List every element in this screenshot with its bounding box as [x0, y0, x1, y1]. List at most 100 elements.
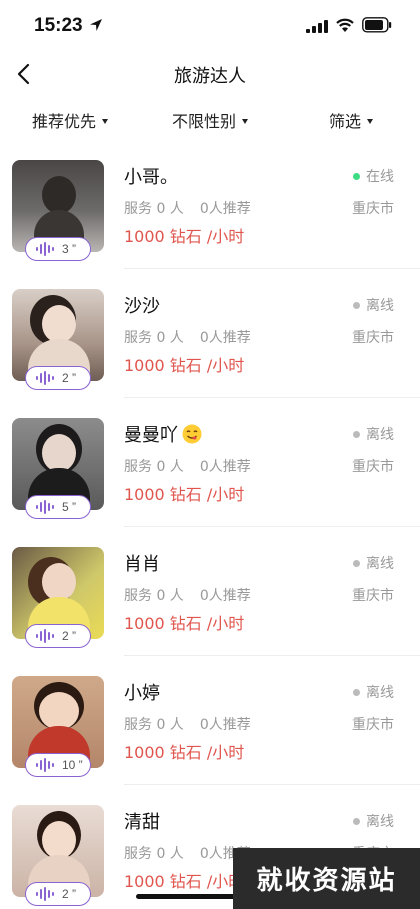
user-city: 重庆市: [352, 330, 394, 346]
user-name: 肖肖: [124, 550, 160, 576]
user-price: 1000 钻石 /小时: [124, 356, 245, 375]
status-text: 离线: [366, 427, 394, 443]
cellular-signal-icon: [306, 20, 328, 33]
status-text: 离线: [366, 556, 394, 572]
caret-down-icon: [367, 118, 374, 124]
status-dot: [353, 559, 360, 567]
voice-wave-icon: [36, 371, 54, 385]
user-price: 1000 钻石 /小时: [124, 227, 245, 246]
voice-wave-icon: [36, 887, 54, 901]
voice-intro-button[interactable]: 2 ”: [25, 624, 91, 648]
user-name-text: 肖肖: [124, 554, 160, 575]
voice-wave-icon: [36, 242, 54, 256]
recommend-count: 0人推荐: [199, 717, 251, 733]
service-count: 服务 0 人: [124, 330, 184, 346]
voice-intro-button[interactable]: 3 ”: [25, 237, 91, 261]
filter-label: 筛选: [329, 112, 362, 131]
user-stats: 服务 0 人 0人推荐: [124, 585, 251, 605]
user-stats: 服务 0 人 0人推荐: [124, 456, 251, 476]
voice-duration: 10 ”: [62, 758, 83, 772]
user-name: 沙沙: [124, 292, 160, 318]
voice-intro-button[interactable]: 10 ”: [25, 753, 91, 777]
filter-bar: 推荐优先 不限性别 筛选: [0, 104, 420, 138]
user-name: 小婷: [124, 679, 160, 705]
status-dot: [353, 688, 360, 696]
filter-dropdown[interactable]: 筛选: [329, 108, 374, 132]
user-row[interactable]: 3 ” 小哥。 服务 0 人 0人推荐 1000 钻石 /小时 在线 重庆市: [0, 140, 420, 269]
voice-wave-icon: [36, 629, 54, 643]
user-row[interactable]: 2 ” 沙沙 服务 0 人 0人推荐 1000 钻石 /小时 离线 重庆市: [0, 269, 420, 398]
user-price: 1000 钻石 /小时: [124, 743, 245, 762]
wifi-icon: [336, 18, 354, 32]
status-text: 离线: [366, 685, 394, 701]
user-city: 重庆市: [352, 588, 394, 604]
user-name: 清甜: [124, 808, 160, 834]
user-name-text: 曼曼吖: [124, 425, 178, 446]
user-stats: 服务 0 人 0人推荐: [124, 714, 251, 734]
battery-icon: [362, 17, 392, 33]
voice-duration: 2 ”: [62, 629, 77, 643]
nav-bar: 旅游达人: [0, 50, 420, 100]
status-text: 在线: [366, 169, 394, 185]
recommend-count: 0人推荐: [199, 201, 251, 217]
status-bar: 15:23: [0, 0, 420, 50]
user-row[interactable]: 2 ” 肖肖 服务 0 人 0人推荐 1000 钻石 /小时 离线 重庆市: [0, 527, 420, 656]
voice-wave-icon: [36, 758, 54, 772]
user-price: 1000 钻石 /小时: [124, 614, 245, 633]
voice-duration: 2 ”: [62, 887, 77, 901]
voice-duration: 2 ”: [62, 371, 77, 385]
service-count: 服务 0 人: [124, 588, 184, 604]
status-dot: [353, 817, 360, 825]
user-name: 小哥。: [124, 163, 178, 189]
user-price: 1000 钻石 /小时: [124, 872, 245, 891]
user-name-text: 小哥。: [124, 167, 178, 188]
online-status: 离线: [353, 811, 394, 831]
status-text: 离线: [366, 814, 394, 830]
user-city: 重庆市: [352, 201, 394, 217]
voice-duration: 3 ”: [62, 242, 77, 256]
online-status: 离线: [353, 553, 394, 573]
caret-down-icon: [242, 118, 249, 124]
caret-down-icon: [102, 118, 109, 124]
gender-filter-label: 不限性别: [172, 112, 237, 131]
voice-intro-button[interactable]: 2 ”: [25, 882, 91, 906]
gender-filter-dropdown[interactable]: 不限性别: [172, 108, 249, 132]
status-dot: [353, 430, 360, 438]
online-status: 离线: [353, 682, 394, 702]
service-count: 服务 0 人: [124, 717, 184, 733]
recommend-count: 0人推荐: [199, 330, 251, 346]
recommend-count: 0人推荐: [199, 459, 251, 475]
service-count: 服务 0 人: [124, 201, 184, 217]
user-name-text: 小婷: [124, 683, 160, 704]
user-row[interactable]: 5 ” 曼曼吖 服务 0 人 0人推荐 1000 钻石 /小时 离线 重庆市: [0, 398, 420, 527]
voice-intro-button[interactable]: 5 ”: [25, 495, 91, 519]
sort-filter-label: 推荐优先: [32, 112, 97, 131]
user-stats: 服务 0 人 0人推荐: [124, 327, 251, 347]
status-text: 离线: [366, 298, 394, 314]
user-name-text: 沙沙: [124, 296, 160, 317]
location-arrow-icon: [90, 19, 102, 31]
page-title: 旅游达人: [174, 66, 246, 87]
user-row[interactable]: 10 ” 小婷 服务 0 人 0人推荐 1000 钻石 /小时 离线 重庆市: [0, 656, 420, 785]
user-stats: 服务 0 人 0人推荐: [124, 843, 251, 863]
service-count: 服务 0 人: [124, 459, 184, 475]
user-city: 重庆市: [352, 459, 394, 475]
user-price: 1000 钻石 /小时: [124, 485, 245, 504]
sort-filter-dropdown[interactable]: 推荐优先: [32, 108, 109, 132]
online-status: 离线: [353, 424, 394, 444]
recommend-count: 0人推荐: [199, 588, 251, 604]
online-status: 离线: [353, 295, 394, 315]
watermark: 就收资源站: [233, 848, 420, 909]
status-time: 15:23: [34, 15, 83, 36]
online-status: 在线: [353, 166, 394, 186]
service-count: 服务 0 人: [124, 846, 184, 862]
yum-face-emoji-icon: [182, 424, 202, 444]
voice-duration: 5 ”: [62, 500, 77, 514]
user-city: 重庆市: [352, 717, 394, 733]
status-dot: [353, 172, 360, 180]
status-dot: [353, 301, 360, 309]
user-name-text: 清甜: [124, 812, 160, 833]
voice-intro-button[interactable]: 2 ”: [25, 366, 91, 390]
user-stats: 服务 0 人 0人推荐: [124, 198, 251, 218]
voice-wave-icon: [36, 500, 54, 514]
